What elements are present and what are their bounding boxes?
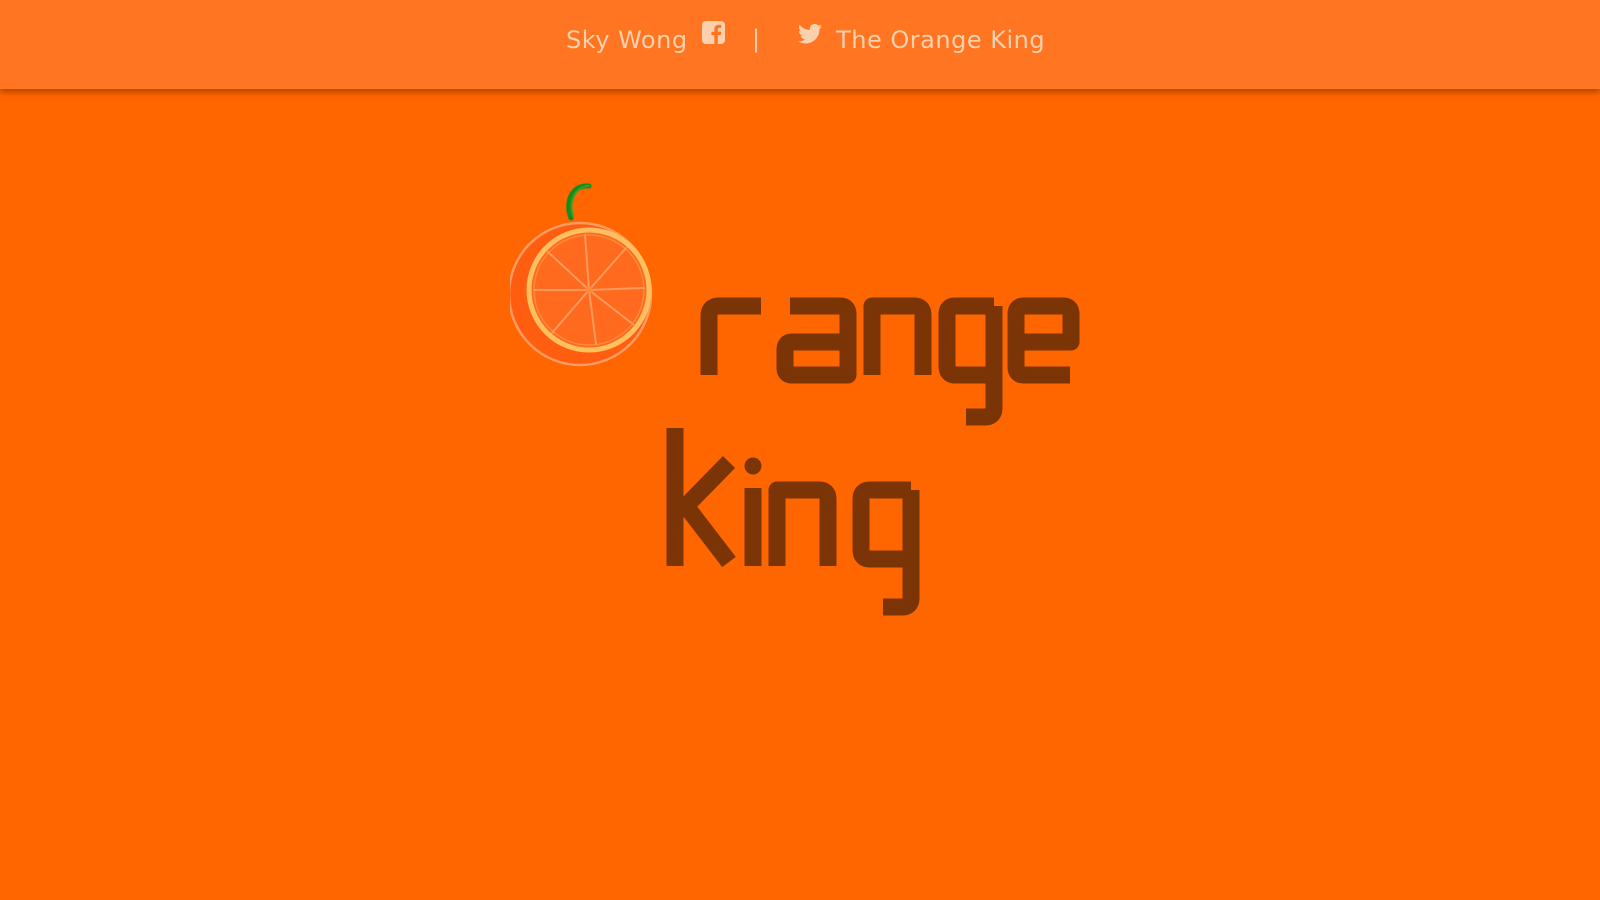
twitter-link-label: The Orange King <box>836 26 1046 54</box>
wordmark <box>666 297 1080 616</box>
facebook-square-icon <box>701 19 725 53</box>
facebook-link[interactable]: Sky Wong <box>566 19 725 57</box>
nav-divider: | <box>752 25 761 53</box>
twitter-icon <box>798 19 822 53</box>
top-nav-bar: Sky Wong | The Orange King <box>0 0 1600 89</box>
twitter-link[interactable]: The Orange King <box>798 22 1045 57</box>
facebook-link-label: Sky Wong <box>566 26 688 54</box>
logo <box>0 0 1600 900</box>
